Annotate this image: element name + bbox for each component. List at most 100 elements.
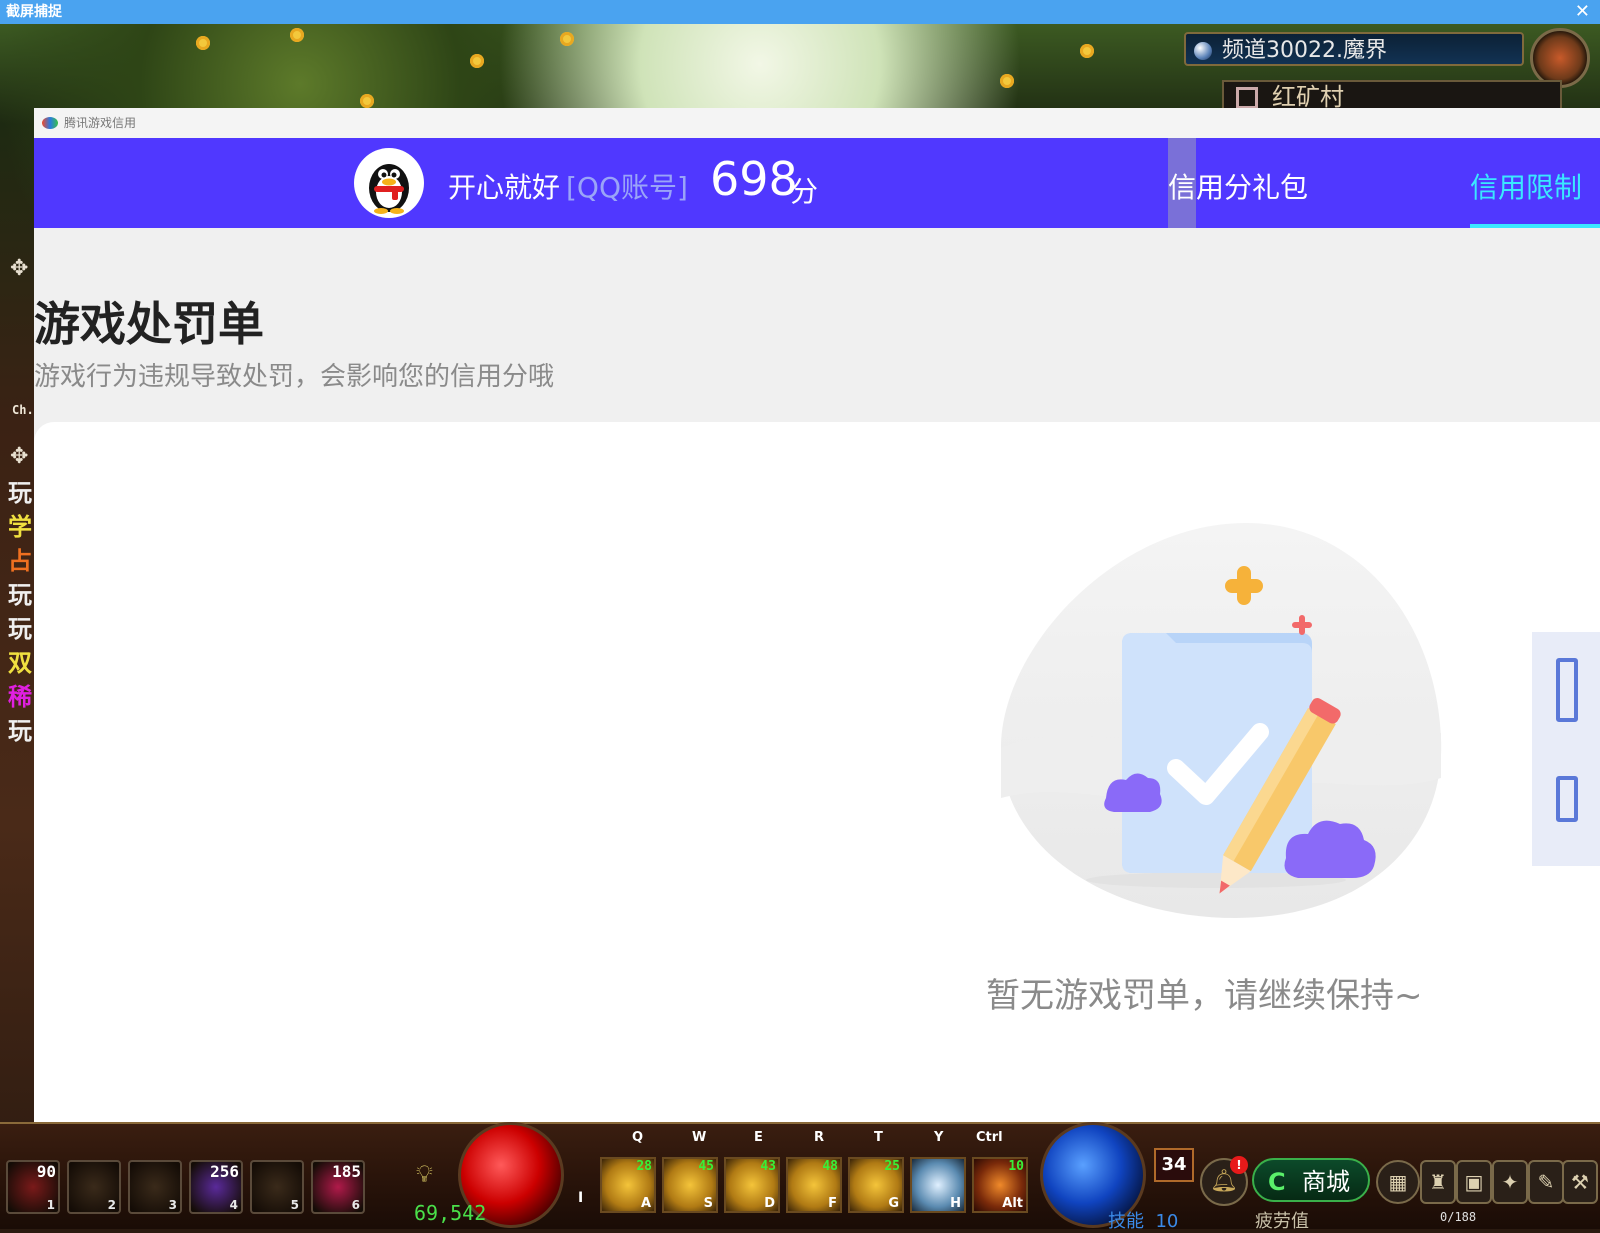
quick-slot-key: 6	[351, 1198, 360, 1212]
tab-credit-limit[interactable]: 信用限制	[1470, 166, 1582, 206]
skill-slot[interactable]: 43 D	[724, 1157, 780, 1213]
close-icon[interactable]: ✕	[1575, 0, 1590, 24]
tab-credit-gift[interactable]: 信用分礼包	[1168, 166, 1308, 206]
top-skill-key: E	[754, 1130, 763, 1145]
skill-level: 25	[884, 1159, 900, 1174]
tencent-game-logo-icon	[42, 117, 58, 129]
location-name: 红矿村	[1272, 83, 1344, 111]
flower-decoration	[290, 28, 304, 42]
shop-coin-icon: C	[1268, 1168, 1286, 1196]
credit-score-unit: 分	[790, 175, 819, 208]
skill-points-label: 技能 10	[1108, 1211, 1179, 1232]
character-icon[interactable]: ♜	[1420, 1160, 1456, 1204]
quick-slot[interactable]: 185 6	[311, 1160, 365, 1214]
quick-slot-count: 90	[36, 1162, 56, 1181]
flower-decoration	[560, 32, 574, 46]
quick-slot[interactable]: 3	[128, 1160, 182, 1214]
activity-tag[interactable]: 双	[8, 648, 36, 678]
skill-level: 28	[636, 1159, 652, 1174]
channel-orb-icon	[1194, 42, 1212, 60]
skill-level: 45	[698, 1159, 714, 1174]
skill-key: A	[640, 1196, 651, 1211]
top-skill-key: Ctrl	[976, 1130, 1003, 1145]
skill-slot[interactable]: 10 Alt	[972, 1157, 1028, 1213]
credit-window-titlebar: 腾讯游戏信用	[34, 108, 1600, 139]
activity-tag[interactable]: 玩	[8, 716, 36, 746]
skill-level: 48	[822, 1159, 838, 1174]
capture-titlebar: 截屏捕捉 ✕	[0, 0, 1600, 24]
quick-slot-key: 2	[107, 1198, 116, 1212]
skill-key: F	[828, 1196, 837, 1211]
skill-slot[interactable]: 45 S	[662, 1157, 718, 1213]
move-handle-icon[interactable]: ✥	[10, 446, 32, 468]
channel-indicator[interactable]: 频道30022.魔界	[1184, 32, 1524, 66]
quest-icon[interactable]: ✎	[1528, 1160, 1564, 1204]
credit-header: 开心就好 [QQ账号] 698 分 信用分礼包 信用限制	[34, 138, 1600, 228]
activity-tag[interactable]: 玩	[8, 580, 36, 610]
quick-slot[interactable]: 256 4	[189, 1160, 243, 1214]
side-tab-icon[interactable]	[1556, 658, 1578, 722]
character-level: 34	[1154, 1148, 1194, 1182]
fatigue-label: 疲劳值	[1255, 1211, 1309, 1232]
top-skill-key: Q	[632, 1130, 644, 1145]
skill-tree-icon[interactable]: ✦	[1492, 1160, 1528, 1204]
skill-key: S	[703, 1196, 713, 1211]
flower-decoration	[1000, 74, 1014, 88]
quick-slot-key: 3	[168, 1198, 177, 1212]
top-skill-key: W	[692, 1130, 707, 1145]
credit-score: 698	[710, 152, 798, 206]
activity-tag[interactable]: 稀	[8, 682, 36, 712]
map-square-icon	[1236, 87, 1258, 109]
active-tab-indicator	[1470, 224, 1600, 228]
skill-slot[interactable]: 25 G	[848, 1157, 904, 1213]
top-skill-key: Y	[934, 1130, 944, 1145]
skill-key: H	[950, 1196, 961, 1211]
compass-icon[interactable]	[1530, 28, 1590, 88]
skill-key: D	[764, 1196, 775, 1211]
credit-window: 腾讯游戏信用 开心就好 [QQ账号] 698 分 信用分礼包 信用限制 游戏处罚…	[34, 108, 1600, 1122]
location-indicator: 红矿村	[1222, 80, 1562, 111]
activity-tag[interactable]: 学	[8, 512, 36, 542]
chat-channel-label: Ch.	[12, 403, 34, 417]
credit-window-title: 腾讯游戏信用	[64, 116, 137, 130]
empty-state-message: 暂无游戏罚单，请继续保持~	[986, 976, 1423, 1016]
quick-slot-count: 256	[210, 1162, 239, 1181]
inventory-icon[interactable]: ▣	[1456, 1160, 1492, 1204]
shop-button[interactable]: C 商城	[1252, 1158, 1370, 1202]
quick-slot-key: 1	[46, 1198, 55, 1212]
flower-decoration	[196, 36, 210, 50]
skill-slot[interactable]: H	[910, 1157, 966, 1213]
page-subtitle: 游戏行为违规导致处罚，会影响您的信用分哦	[34, 362, 555, 392]
flower-decoration	[470, 54, 484, 68]
account-type: [QQ账号]	[566, 171, 688, 204]
quick-slot[interactable]: 90 1	[6, 1160, 60, 1214]
quick-slot[interactable]: 2	[67, 1160, 121, 1214]
notification-badge: !	[1230, 1156, 1248, 1174]
move-handle-icon[interactable]: ✥	[10, 258, 32, 280]
activity-tag[interactable]: 玩	[8, 614, 36, 644]
activity-tag[interactable]: 占	[8, 546, 36, 576]
activity-tag[interactable]: 玩	[8, 478, 36, 508]
gold-amount: 69,542	[414, 1201, 487, 1225]
quick-slot[interactable]: 5	[250, 1160, 304, 1214]
grid-menu-icon[interactable]: ▦	[1376, 1160, 1420, 1204]
flower-decoration	[360, 94, 374, 108]
top-skill-key: T	[874, 1130, 883, 1145]
quick-slot-key: 5	[290, 1198, 299, 1212]
fatigue-value: 0/188	[1440, 1210, 1477, 1224]
system-icon[interactable]: ⚒	[1562, 1160, 1598, 1204]
shop-label: 商城	[1302, 1168, 1350, 1196]
qq-penguin-icon	[369, 164, 409, 214]
avatar[interactable]	[354, 148, 424, 218]
top-skill-key: R	[814, 1130, 825, 1145]
skill-slot[interactable]: 48 F	[786, 1157, 842, 1213]
skill-slot[interactable]: 28 A	[600, 1157, 656, 1213]
capture-title: 截屏捕捉	[6, 4, 62, 20]
floating-side-panel[interactable]	[1532, 632, 1600, 866]
lightbulb-icon[interactable]: 💡︎	[416, 1160, 433, 1188]
side-tab-icon[interactable]	[1556, 776, 1578, 822]
page-title: 游戏处罚单	[34, 297, 264, 351]
quick-slot-key: 4	[229, 1198, 238, 1212]
bell-icon[interactable]: 🔔︎!	[1200, 1156, 1248, 1206]
channel-name: 频道30022.魔界	[1222, 38, 1387, 63]
